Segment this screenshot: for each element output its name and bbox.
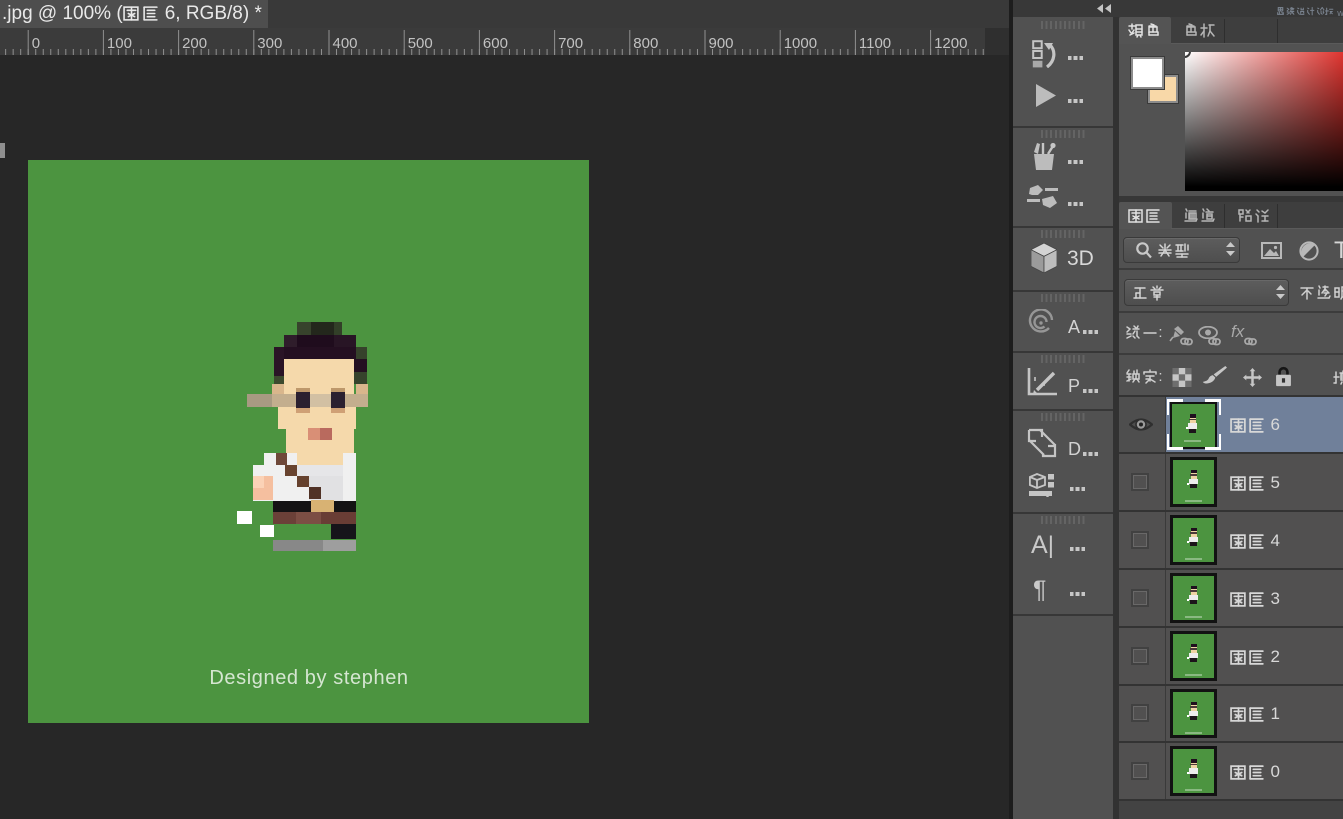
svg-text:200: 200: [182, 35, 207, 52]
svg-text:0: 0: [32, 35, 40, 52]
svg-text:500: 500: [408, 35, 433, 52]
svg-text:1100: 1100: [859, 35, 891, 52]
svg-text:600: 600: [483, 35, 508, 52]
svg-text:100: 100: [107, 35, 132, 52]
svg-text:800: 800: [633, 35, 658, 52]
svg-text:900: 900: [709, 35, 734, 52]
svg-text:1200: 1200: [934, 35, 967, 52]
svg-text:300: 300: [257, 35, 282, 52]
svg-text:1000: 1000: [784, 35, 817, 52]
svg-text:400: 400: [333, 35, 358, 52]
svg-text:700: 700: [558, 35, 583, 52]
